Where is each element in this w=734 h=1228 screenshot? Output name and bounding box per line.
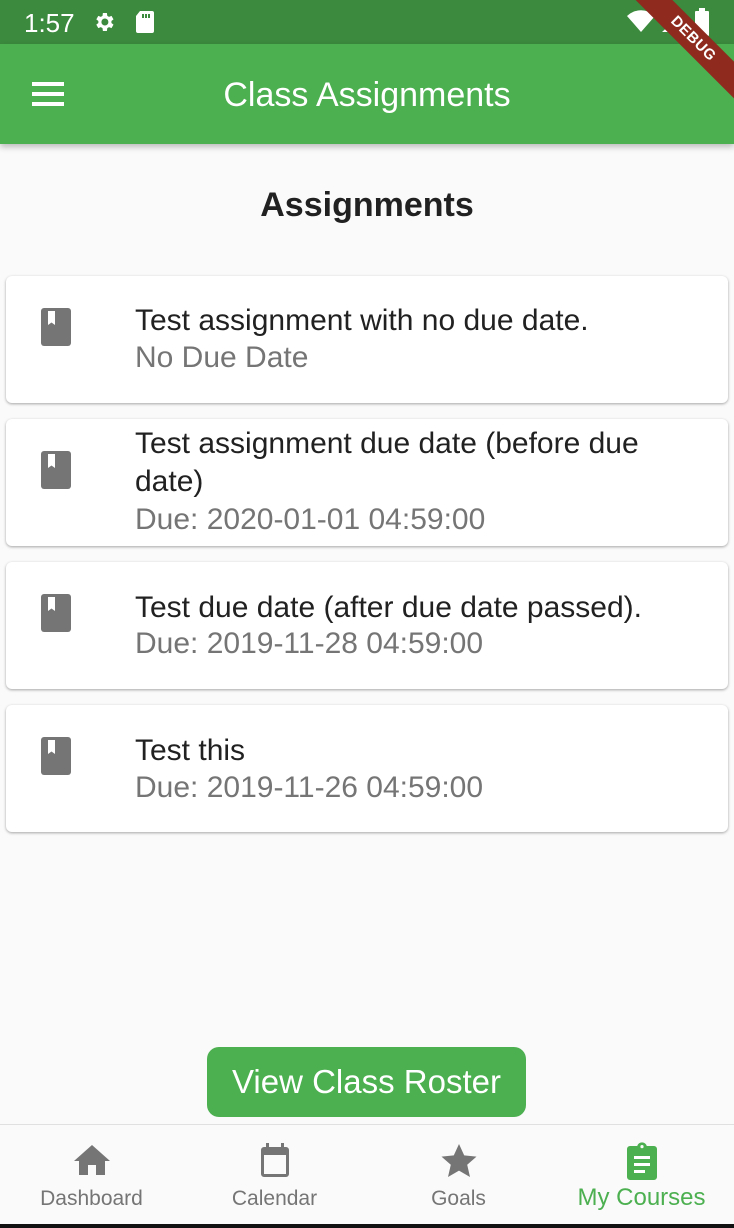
assignment-due: Due: 2020-01-01 04:59:00 xyxy=(135,503,486,536)
nav-item-dashboard[interactable]: Dashboard xyxy=(0,1125,183,1225)
nav-label: Dashboard xyxy=(40,1187,143,1210)
page-title: Assignments xyxy=(260,186,474,224)
book-icon xyxy=(40,451,72,489)
calendar-icon xyxy=(255,1141,295,1181)
nav-label: Goals xyxy=(431,1187,486,1210)
assignment-title: Test due date (after due date passed). xyxy=(135,591,642,624)
nav-label: My Courses xyxy=(577,1184,706,1211)
app-screen: 1:57 Class Assignments DEBUG Assignments… xyxy=(0,0,734,1228)
star-icon xyxy=(439,1141,479,1181)
assignment-title: Test assignment due date (before due dat… xyxy=(135,427,639,498)
assignment-card[interactable]: Test this Due: 2019-11-26 04:59:00 xyxy=(6,705,728,832)
app-title: Class Assignments xyxy=(223,76,511,114)
assignment-due: Due: 2019-11-28 04:59:00 xyxy=(135,627,484,660)
home-icon xyxy=(72,1141,112,1181)
status-time: 1:57 xyxy=(24,8,75,38)
assignment-title: Test assignment with no due date. xyxy=(135,304,589,337)
assignment-card[interactable]: Test assignment with no due date. No Due… xyxy=(6,276,728,403)
assignment-due: No Due Date xyxy=(135,341,309,374)
screen-bottom-edge xyxy=(0,1224,734,1228)
gear-icon xyxy=(92,10,116,39)
nav-label: Calendar xyxy=(231,1187,318,1210)
nav-item-my-courses[interactable]: My Courses xyxy=(550,1125,733,1225)
book-icon xyxy=(40,737,72,775)
clipboard-icon xyxy=(622,1141,662,1181)
book-icon xyxy=(40,594,72,632)
sd-card-icon xyxy=(134,10,156,39)
assignment-card[interactable]: Test due date (after due date passed). D… xyxy=(6,562,728,689)
view-class-roster-button[interactable]: View Class Roster xyxy=(207,1047,526,1117)
nav-item-goals[interactable]: Goals xyxy=(367,1125,550,1225)
assignment-due: Due: 2019-11-26 04:59:00 xyxy=(135,771,484,804)
book-icon xyxy=(40,308,72,346)
assignment-card[interactable]: Test assignment due date (before due dat… xyxy=(6,419,728,546)
bottom-navigation: Dashboard Calendar Goals My Courses xyxy=(0,1124,734,1228)
assignment-title: Test this xyxy=(135,734,246,767)
nav-item-calendar[interactable]: Calendar xyxy=(183,1125,366,1225)
status-bar: 1:57 xyxy=(0,0,734,44)
app-bar: Class Assignments xyxy=(0,44,734,144)
